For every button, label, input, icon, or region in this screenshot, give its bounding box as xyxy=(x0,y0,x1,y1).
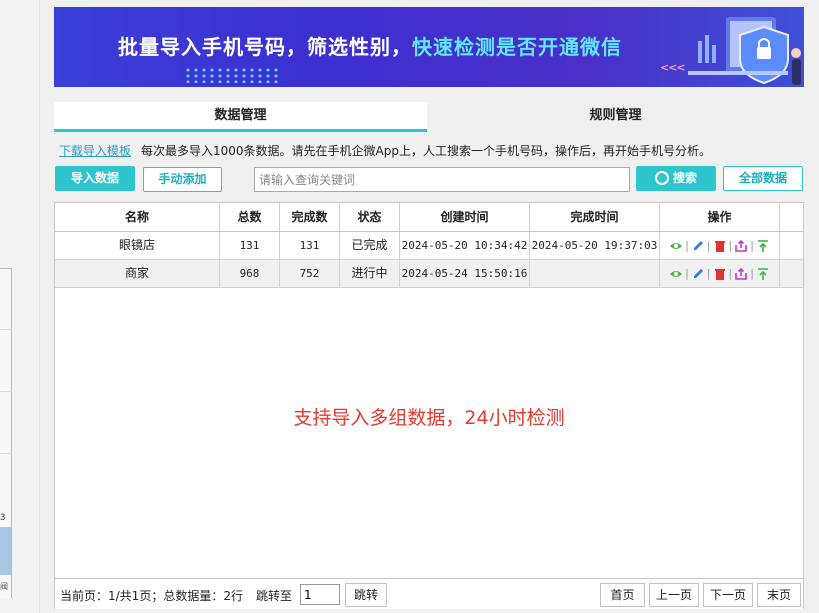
action-separator: | xyxy=(685,239,689,252)
jump-button[interactable]: 跳转 xyxy=(345,583,387,607)
left-side-panel: 3 阀 xyxy=(0,0,40,613)
banner-title: 批量导入手机号码，筛选性别，快速检测是否开通微信 xyxy=(118,31,622,60)
cell-finished: 2024-05-20 19:37:03 xyxy=(530,232,660,259)
header-actions: 操作 xyxy=(660,203,780,231)
import-notice: 下载导入模板 每次最多导入1000条数据。请先在手机企微App上，人工搜索一个手机… xyxy=(59,142,711,159)
last-page-button[interactable]: 末页 xyxy=(757,583,801,607)
table-row[interactable]: 商家 968 752 进行中 2024-05-24 15:50:16 | | |… xyxy=(55,260,803,288)
left-footer-glyph: 阀 xyxy=(0,582,8,591)
pin-top-icon[interactable] xyxy=(756,267,770,281)
header-name[interactable]: 名称 xyxy=(55,203,220,231)
eye-icon[interactable] xyxy=(669,267,683,281)
prev-page-button[interactable]: 上一页 xyxy=(649,583,699,607)
left-divider xyxy=(0,329,12,330)
header-spacer xyxy=(780,203,803,231)
pin-top-icon[interactable] xyxy=(756,239,770,253)
export-icon[interactable] xyxy=(734,267,748,281)
left-selected-block xyxy=(0,527,11,575)
tab-bar: 数据管理 规则管理 xyxy=(54,102,804,132)
data-table: 名称 总数 完成数 状态 创建时间 完成时间 操作 眼镜店 131 131 已完… xyxy=(54,202,804,609)
cell-status: 进行中 xyxy=(340,260,400,287)
shield-laptop-illustration xyxy=(688,17,801,85)
cell-name: 商家 xyxy=(55,260,220,287)
cell-created: 2024-05-24 15:50:16 xyxy=(400,260,530,287)
header-total[interactable]: 总数 xyxy=(220,203,280,231)
cell-status: 已完成 xyxy=(340,232,400,259)
action-separator: | xyxy=(750,239,754,252)
row-actions: | | | | xyxy=(660,260,780,287)
banner-title-main: 批量导入手机号码，筛选性别， xyxy=(118,35,412,59)
jump-label: 跳转至 xyxy=(256,589,293,603)
header-status[interactable]: 状态 xyxy=(340,203,400,231)
main-content: 批量导入手机号码，筛选性别，快速检测是否开通微信 <<< 数据管理 规则管理 下… xyxy=(40,0,819,613)
manual-add-button[interactable]: 手动添加 xyxy=(143,167,222,192)
action-separator: | xyxy=(706,267,711,280)
banner-arc-decoration xyxy=(54,7,111,54)
edit-icon[interactable] xyxy=(691,267,705,281)
cell-total: 968 xyxy=(220,260,280,287)
export-icon[interactable] xyxy=(734,239,748,253)
next-page-button[interactable]: 下一页 xyxy=(703,583,753,607)
pagination-bar: 当前页：1/共1页；总数据量：2行 跳转至 跳转 首页 上一页 下一页 末页 xyxy=(55,578,803,609)
header-finished[interactable]: 完成时间 xyxy=(530,203,660,231)
trash-icon[interactable] xyxy=(713,267,727,281)
banner-dot-pattern xyxy=(184,67,279,83)
cell-created: 2024-05-20 10:34:42 xyxy=(400,232,530,259)
action-separator: | xyxy=(728,239,733,252)
jump-page-input[interactable] xyxy=(300,584,340,605)
cell-total: 131 xyxy=(220,232,280,259)
page-info: 当前页：1/共1页；总数据量：2行 xyxy=(60,589,243,603)
table-row[interactable]: 眼镜店 131 131 已完成 2024-05-20 10:34:42 2024… xyxy=(55,232,803,260)
left-row-count: 3 xyxy=(0,513,6,523)
empty-area-message: 支持导入多组数据，24小时检测 xyxy=(293,407,565,429)
banner-title-highlight: 快速检测是否开通微信 xyxy=(412,35,622,59)
import-data-button[interactable]: 导入数据 xyxy=(55,166,135,191)
cell-done: 131 xyxy=(280,232,340,259)
all-data-button[interactable]: 全部数据 xyxy=(723,166,803,191)
action-separator: | xyxy=(728,267,733,280)
cell-name: 眼镜店 xyxy=(55,232,220,259)
left-panel-frame: 3 阀 xyxy=(0,268,12,598)
eye-icon[interactable] xyxy=(669,239,683,253)
tab-data-management[interactable]: 数据管理 xyxy=(54,102,427,132)
action-separator: | xyxy=(706,239,711,252)
row-spacer xyxy=(780,232,803,259)
search-input[interactable] xyxy=(254,167,630,192)
trash-icon[interactable] xyxy=(713,239,727,253)
table-header: 名称 总数 完成数 状态 创建时间 完成时间 操作 xyxy=(55,203,803,232)
search-button-label: 搜索 xyxy=(672,171,697,185)
first-page-button[interactable]: 首页 xyxy=(600,583,645,607)
search-button[interactable]: 搜索 xyxy=(636,166,716,191)
row-actions: | | | | xyxy=(660,232,780,259)
cell-finished xyxy=(530,260,660,287)
left-divider xyxy=(0,453,12,454)
edit-icon[interactable] xyxy=(691,239,705,253)
header-done[interactable]: 完成数 xyxy=(280,203,340,231)
action-separator: | xyxy=(750,267,754,280)
tab-rule-management[interactable]: 规则管理 xyxy=(427,102,804,132)
promo-banner: 批量导入手机号码，筛选性别，快速检测是否开通微信 <<< xyxy=(54,7,804,87)
import-notice-text: 每次最多导入1000条数据。请先在手机企微App上，人工搜索一个手机号码，操作后… xyxy=(141,144,712,158)
action-separator: | xyxy=(685,267,689,280)
header-created[interactable]: 创建时间 xyxy=(400,203,530,231)
search-icon xyxy=(654,171,669,185)
download-template-link[interactable]: 下载导入模板 xyxy=(59,144,131,158)
cell-done: 752 xyxy=(280,260,340,287)
left-divider xyxy=(0,391,12,392)
row-spacer xyxy=(780,260,803,287)
